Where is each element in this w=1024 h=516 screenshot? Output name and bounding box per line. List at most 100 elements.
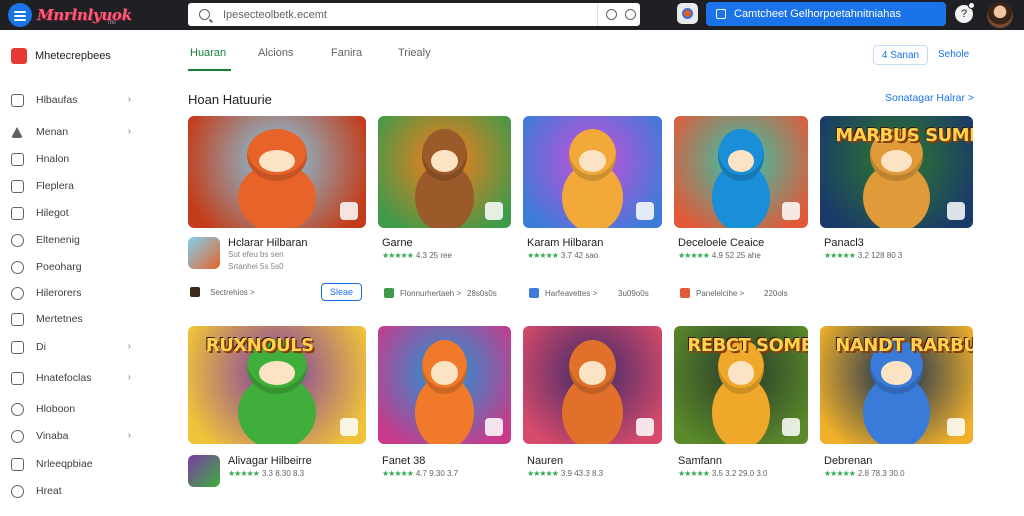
app-banner-image[interactable]: MARBUS SUMES xyxy=(820,116,973,228)
app-icon[interactable] xyxy=(188,237,220,269)
app-title[interactable]: Garne xyxy=(382,237,413,249)
app-icon[interactable] xyxy=(188,455,220,487)
sidebar-item-7[interactable]: Hilerorers xyxy=(11,285,131,301)
app-banner-image[interactable]: REBCT SOMES xyxy=(674,326,808,444)
sidebar-item-label: Mertetnes xyxy=(36,313,83,325)
filter-chip[interactable]: 4 Sanan xyxy=(873,45,928,65)
app-banner-image[interactable] xyxy=(378,116,511,228)
avatar[interactable] xyxy=(987,2,1013,28)
row1-card-2[interactable]: Karam Hilbaran ★★★★★ 3.7 42 sao Harfeavette… xyxy=(523,116,662,316)
sidebar-item-icon xyxy=(11,233,24,247)
row2-card-2[interactable]: Nauren ★★★★★ 3.9 43.3 8.3 xyxy=(523,326,662,516)
menu-icon[interactable] xyxy=(8,3,32,27)
filter-right-link[interactable]: Sehole xyxy=(938,49,969,60)
sidebar-item-9[interactable]: Di › xyxy=(11,339,131,355)
app-rating: ★★★★★ 3.2 128 80 3 xyxy=(824,251,902,260)
developer-logo xyxy=(190,287,200,297)
app-banner-image[interactable]: RUXNOULS xyxy=(188,326,366,444)
sidebar-header[interactable]: Mhetecrepbees xyxy=(11,48,111,64)
app-banner-image[interactable] xyxy=(523,116,662,228)
sidebar-item-8[interactable]: Mertetnes xyxy=(11,311,131,327)
search-input[interactable] xyxy=(223,5,583,24)
developer-link[interactable]: Sectrehios > xyxy=(210,288,255,297)
banner-badge-icon xyxy=(636,418,654,436)
row2-card-3[interactable]: REBCT SOMES Samfann ★★★★★3.5 3.2 29.0 3.0 xyxy=(674,326,808,516)
row1-card-3[interactable]: Deceloele Ceaice ★★★★★ 4.9 52 25 ahe Panele… xyxy=(674,116,808,316)
banner-badge-icon xyxy=(636,202,654,220)
app-title[interactable]: Panacl3 xyxy=(824,237,864,249)
banner-badge-icon xyxy=(782,202,800,220)
sidebar-item-label: Vinaba xyxy=(36,430,69,442)
app-banner-image[interactable] xyxy=(523,326,662,444)
character-face xyxy=(881,361,912,385)
app-title[interactable]: Debrenan xyxy=(824,455,872,467)
developer-link[interactable]: Panelelcihe > xyxy=(696,289,744,298)
notification-badge xyxy=(968,2,975,9)
sidebar-item-10[interactable]: Hnatefoclas › xyxy=(11,370,131,386)
app-title[interactable]: Alivagar Hilbeirre xyxy=(228,455,312,467)
see-more-link[interactable]: Sonatagar Halrar > xyxy=(885,92,974,104)
row1-card-4[interactable]: MARBUS SUMES Panacl3 ★★★★★3.2 128 80 3 xyxy=(820,116,973,316)
sidebar-item-0[interactable]: Hlbaufas › xyxy=(11,92,131,108)
developer-link[interactable]: Flonnurhertaeh > xyxy=(400,289,461,298)
row2-card-0[interactable]: RUXNOULS Alivagar Hilbeirre ★★★★★ 3.3 8.30 … xyxy=(188,326,366,516)
rating-text: 2.8 78.3 30.0 xyxy=(857,469,905,478)
banner-art-text: NANDT RARBUS xyxy=(835,335,973,357)
tab-fanira[interactable]: Fanira xyxy=(331,47,362,59)
sidebar-item-5[interactable]: Eltenenig xyxy=(11,232,131,248)
character-face xyxy=(259,361,295,385)
sidebar-item-14[interactable]: Hreat xyxy=(11,483,131,499)
app-title[interactable]: Deceloele Ceaice xyxy=(678,237,764,249)
header-action-button[interactable]: Camtcheet Gelhorpoetahnitniahas xyxy=(706,2,946,26)
sidebar-title: Mhetecrepbees xyxy=(35,50,111,62)
tab-triealy[interactable]: Triealy xyxy=(398,47,431,59)
app-title[interactable]: Samfann xyxy=(678,455,722,467)
developer-link[interactable]: Harfeavettes > xyxy=(545,289,597,298)
notifications-app-icon[interactable] xyxy=(677,3,698,24)
rating-text: 4.3 25 ree xyxy=(415,251,452,260)
install-button[interactable]: Sleae xyxy=(321,283,362,301)
tab-alcions[interactable]: Alcions xyxy=(258,47,293,59)
top-bar: Mnrlnlyuok nkl Camtcheet Gelhorpoetahnit… xyxy=(0,0,1024,30)
app-title[interactable]: Fanet 38 xyxy=(382,455,425,467)
sidebar-item-icon xyxy=(11,206,24,220)
row2-card-4[interactable]: NANDT RARBUS Debrenan ★★★★★2.8 78.3 30.0 xyxy=(820,326,973,516)
sidebar-item-icon xyxy=(11,429,24,443)
search-submit-icon[interactable] xyxy=(625,9,636,20)
app-rating: ★★★★★ 4.9 52 25 ahe xyxy=(678,251,761,260)
sidebar-item-3[interactable]: Fleplera xyxy=(11,178,131,194)
app-title[interactable]: Hclarar Hilbaran xyxy=(228,237,307,249)
sidebar-item-6[interactable]: Poeoharg xyxy=(11,259,131,275)
app-banner-image[interactable] xyxy=(378,326,511,444)
sidebar-item-label: Menan xyxy=(36,126,69,138)
sidebar-item-11[interactable]: Hloboon xyxy=(11,401,131,417)
banner-badge-icon xyxy=(340,418,358,436)
sidebar-item-2[interactable]: Hnalon xyxy=(11,151,131,167)
app-banner-image[interactable] xyxy=(674,116,808,228)
row1-card-0[interactable]: Hclarar Hilbaran Sut efeu bs sen Srtanhei … xyxy=(188,116,366,316)
row1-card-1[interactable]: Garne ★★★★★ 4.3 25 ree Flonnurhertaeh > 28s0… xyxy=(378,116,511,316)
app-logo[interactable]: Mnrlnlyuok nkl xyxy=(8,3,132,27)
sidebar-item-icon xyxy=(11,371,24,385)
section-title: Hoan Hatuurie xyxy=(188,92,272,107)
app-banner-image[interactable]: NANDT RARBUS xyxy=(820,326,973,444)
rating-text: 3.7 42 sao xyxy=(560,251,599,260)
search-bar[interactable] xyxy=(188,3,640,26)
search-tools xyxy=(597,3,636,26)
app-banner-image[interactable] xyxy=(188,116,366,228)
app-rating: ★★★★★ 4.3 25 ree xyxy=(382,251,452,260)
sidebar-item-4[interactable]: Hilegot xyxy=(11,205,131,221)
character-face xyxy=(727,361,755,385)
app-title[interactable]: Nauren xyxy=(527,455,563,467)
header-action-label: Camtcheet Gelhorpoetahnitniahas xyxy=(734,8,901,20)
app-title[interactable]: Karam Hilbaran xyxy=(527,237,603,249)
search-icon[interactable] xyxy=(199,9,210,20)
sidebar-item-1[interactable]: Menan › xyxy=(11,124,131,140)
sidebar-item-12[interactable]: Vinaba › xyxy=(11,428,131,444)
camera-icon[interactable] xyxy=(606,9,617,20)
sidebar-item-13[interactable]: Nrleeqpbiae xyxy=(11,456,131,472)
app-rating: ★★★★★ 3.9 43.3 8.3 xyxy=(527,469,603,478)
row2-card-1[interactable]: Fanet 38 ★★★★★ 4.7 9.30 3.7 xyxy=(378,326,511,516)
tab-huaran[interactable]: Huaran xyxy=(190,47,226,59)
chevron-right-icon: › xyxy=(127,372,131,383)
